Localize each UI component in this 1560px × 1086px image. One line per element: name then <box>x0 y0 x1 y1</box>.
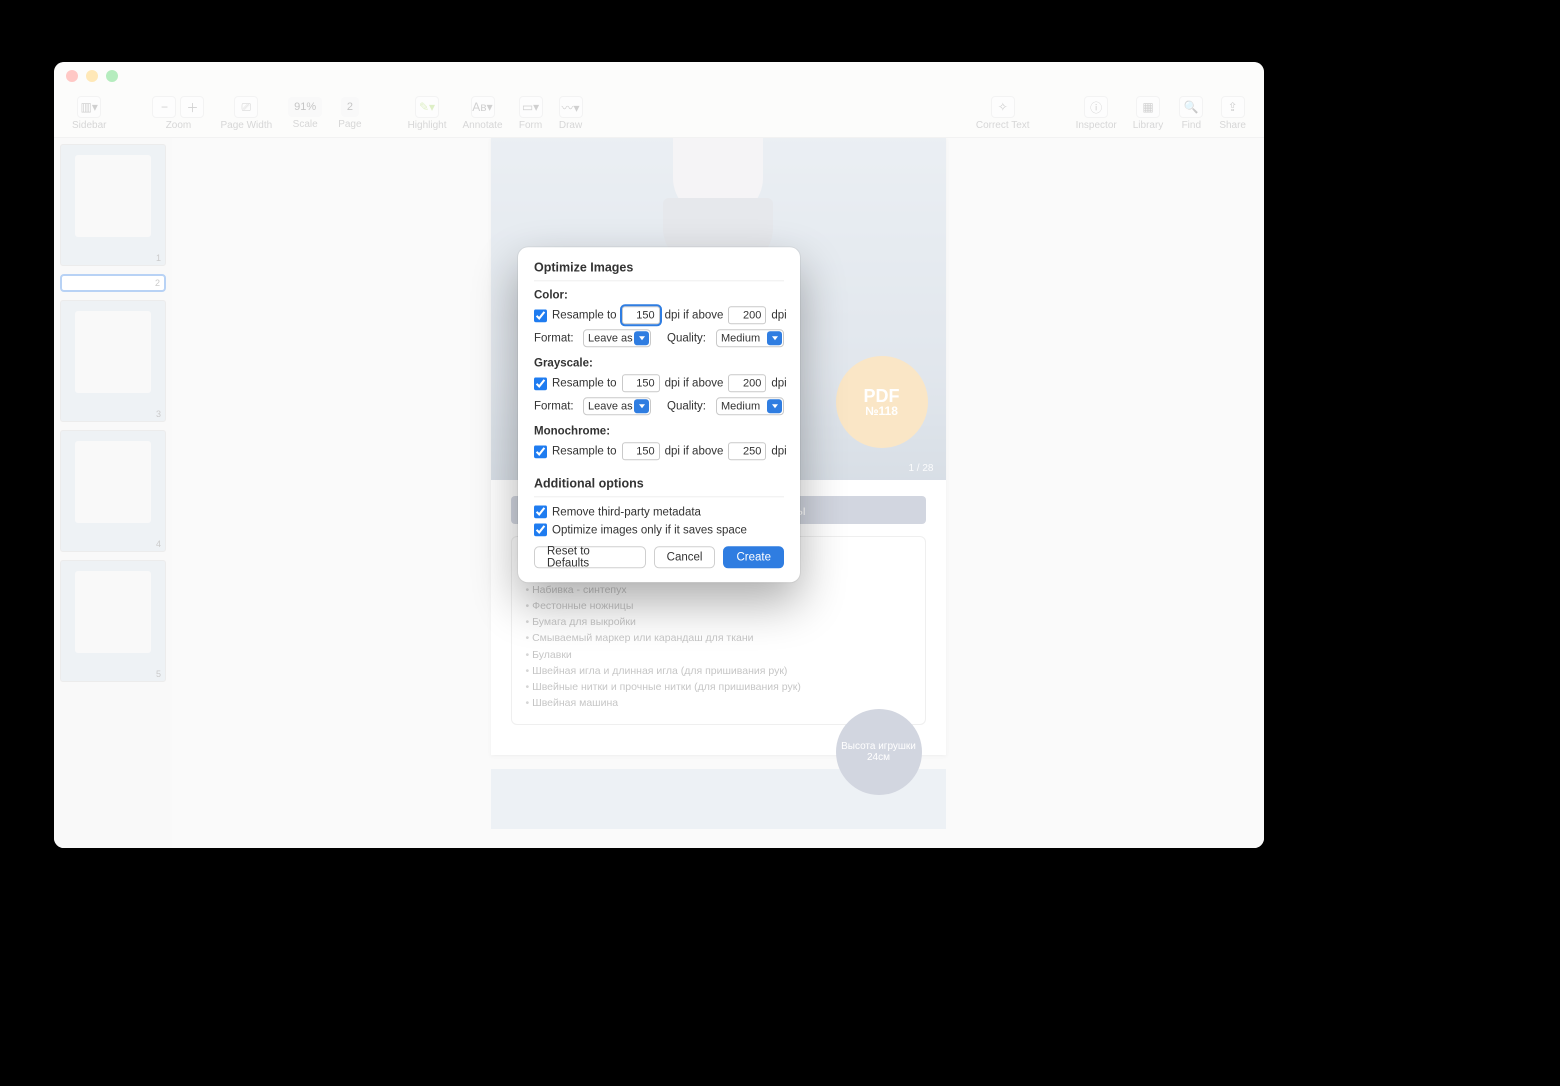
monochrome-resample-checkbox[interactable] <box>534 445 547 458</box>
grayscale-dpi-above-input[interactable] <box>728 374 766 392</box>
optimize-only-if-saves-checkbox[interactable] <box>534 523 547 536</box>
chevron-down-icon <box>767 399 782 413</box>
cancel-button[interactable]: Cancel <box>654 546 716 568</box>
dialog-title: Optimize Images <box>534 260 784 274</box>
color-section-label: Color: <box>534 289 784 301</box>
monochrome-dpi-above-input[interactable] <box>728 442 766 460</box>
monochrome-dpi-input[interactable] <box>622 442 660 460</box>
create-button[interactable]: Create <box>723 546 784 568</box>
color-resample-checkbox[interactable] <box>534 309 547 322</box>
color-format-select[interactable]: Leave as is <box>583 329 651 347</box>
grayscale-resample-checkbox[interactable] <box>534 377 547 390</box>
monochrome-section-label: Monochrome: <box>534 425 784 437</box>
reset-defaults-button[interactable]: Reset to Defaults <box>534 546 646 568</box>
grayscale-format-select[interactable]: Leave as is <box>583 397 651 415</box>
app-window: ▥▾ Sidebar − ＋ Zoom ⎚ Page Width 91% Sca… <box>54 62 1264 848</box>
grayscale-quality-select[interactable]: Medium <box>716 397 784 415</box>
chevron-down-icon <box>634 331 649 345</box>
grayscale-section-label: Grayscale: <box>534 357 784 369</box>
remove-metadata-checkbox[interactable] <box>534 505 547 518</box>
chevron-down-icon <box>767 331 782 345</box>
color-dpi-above-input[interactable] <box>728 306 766 324</box>
chevron-down-icon <box>634 399 649 413</box>
grayscale-dpi-input[interactable] <box>622 374 660 392</box>
color-quality-select[interactable]: Medium <box>716 329 784 347</box>
optimize-images-dialog: Optimize Images Color: Resample to dpi i… <box>518 247 800 582</box>
additional-options-title: Additional options <box>534 476 784 490</box>
color-dpi-input[interactable] <box>622 306 660 324</box>
